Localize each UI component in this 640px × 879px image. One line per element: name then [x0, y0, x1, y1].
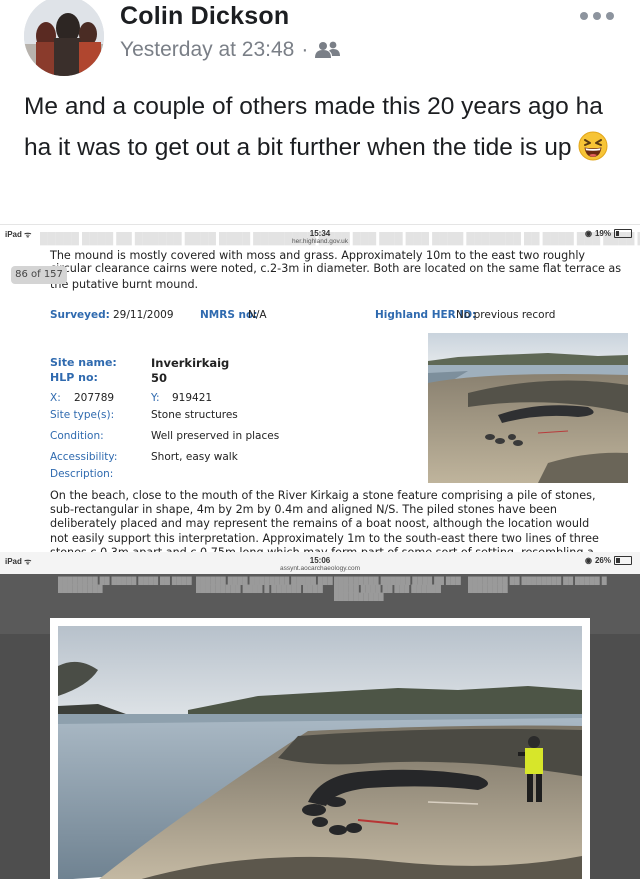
- y-value: 919421: [172, 392, 213, 404]
- surveyed-value: 29/11/2009: [113, 309, 174, 321]
- battery-indicator: ◉ 26%: [585, 556, 632, 565]
- clipped-text-line: circular clearance cairns were noted, c.…: [50, 262, 622, 275]
- site-type-label: Site type(s):: [50, 409, 115, 421]
- clipped-text-line: The mound is mostly covered with moss an…: [50, 249, 586, 262]
- surveyed-label: Surveyed:: [50, 309, 110, 321]
- dimmed-caption: ████████ ██ █████ ████ ██ ████ █████████: [58, 578, 192, 593]
- status-time: 15:06: [309, 556, 331, 565]
- hlp-label: HLP no:: [50, 371, 98, 384]
- site-type-value: Stone structures: [151, 409, 238, 421]
- post-timestamp[interactable]: Yesterday at 23:48: [120, 38, 294, 62]
- accessibility-label: Accessibility:: [50, 451, 118, 463]
- attached-screenshot-2[interactable]: iPad ᯤ 15:06 assynt.aocarchaeology.com ◉…: [0, 552, 640, 879]
- description-text: On the beach, close to the mouth of the …: [50, 489, 599, 553]
- status-url: assynt.aocarchaeology.com: [279, 565, 361, 572]
- photo-lightbox: [50, 618, 590, 879]
- site-name-value: Inverkirkaig: [151, 356, 230, 370]
- friends-icon: [315, 41, 341, 58]
- site-photo-large: [58, 626, 582, 879]
- x-label: X:: [50, 392, 61, 404]
- location-icon: ◉: [585, 556, 592, 565]
- dimmed-caption: █████████ ██████ ████ ██ ███ █████ ████ █…: [334, 578, 461, 601]
- condition-label: Condition:: [50, 430, 104, 442]
- author-name[interactable]: Colin Dickson: [120, 2, 289, 31]
- pdf-document: The mound is mostly covered with moss an…: [0, 225, 640, 553]
- post-message: Me and a couple of others made this 20 y…: [24, 86, 624, 174]
- laughing-emoji-icon: [578, 131, 608, 174]
- battery-icon: [614, 556, 632, 565]
- x-value: 207789: [74, 392, 115, 404]
- hlp-value: 50: [151, 371, 168, 385]
- y-label: Y:: [151, 392, 160, 404]
- page-counter-badge: 86 of 157: [11, 266, 67, 284]
- condition-value: Well preserved in places: [151, 430, 280, 442]
- site-name-label: Site name:: [50, 356, 117, 369]
- site-photo-thumbnail: [428, 333, 628, 483]
- post-meta: Yesterday at 23:48 ·: [120, 38, 341, 62]
- description-label: Description:: [50, 468, 114, 480]
- attached-screenshot-1[interactable]: █████ ████ ██ ██████ ████ ████ ████████ …: [0, 224, 640, 553]
- dimmed-caption: ████████ ██ ████████ ██ █████ █ ████████: [468, 578, 607, 593]
- clipped-text-line: the putative burnt mound.: [50, 278, 199, 291]
- nmrs-value: N/A: [248, 309, 267, 321]
- accessibility-value: Short, easy walk: [151, 451, 238, 463]
- ios-status-bar: iPad ᯤ 15:06 assynt.aocarchaeology.com ◉…: [0, 552, 640, 574]
- more-options-icon[interactable]: [580, 12, 614, 20]
- her-value: No previous record: [456, 309, 556, 321]
- meta-separator: ·: [301, 38, 309, 61]
- battery-percent: 26%: [594, 556, 611, 565]
- author-avatar[interactable]: [24, 0, 104, 76]
- dimmed-caption: ██████ ████ ████████ █████ ███ █████████ …: [196, 578, 333, 593]
